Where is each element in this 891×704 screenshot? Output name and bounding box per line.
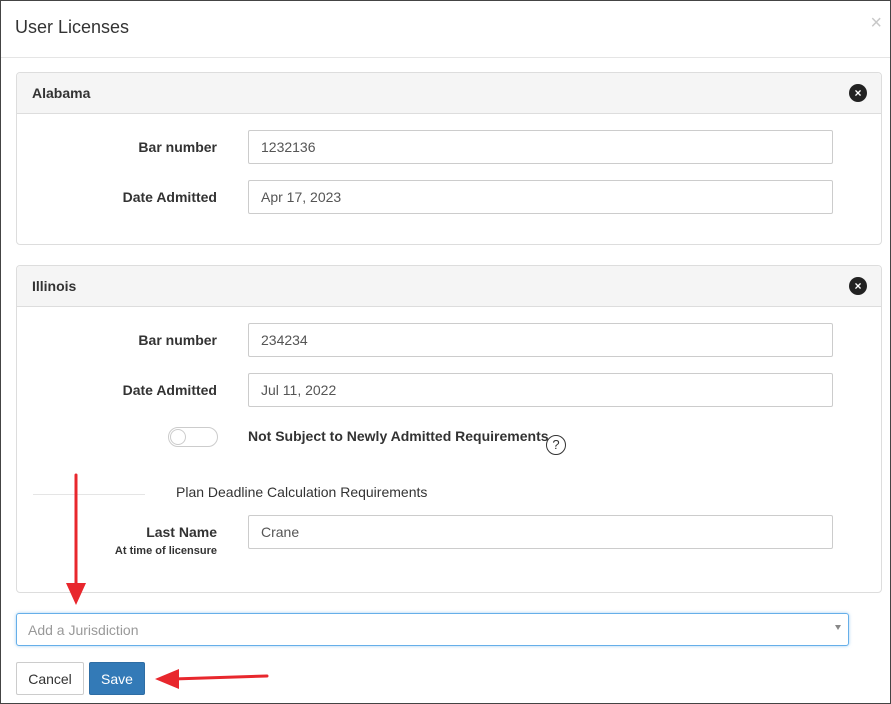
date-admitted-label: Date Admitted [122,189,217,205]
annotation-arrow-left-icon [155,669,269,689]
panel-heading: Alabama × [17,73,881,114]
date-admitted-input[interactable] [248,373,833,407]
modal-title: User Licenses [15,17,130,37]
panel-title: Illinois [32,278,77,294]
modal-header: User Licenses × [1,1,890,58]
last-name-input[interactable] [248,515,833,549]
newly-admitted-toggle[interactable] [168,427,218,447]
section-title: Plan Deadline Calculation Requirements [176,484,428,500]
chevron-down-icon [835,625,841,630]
add-jurisdiction-select[interactable]: Add a Jurisdiction [16,613,849,646]
bar-number-label: Bar number [138,139,217,155]
date-admitted-label: Date Admitted [122,382,217,398]
annotation-arrow-down-icon [66,473,86,605]
toggle-knob [170,429,186,445]
panel-heading: Illinois × [17,266,881,307]
bar-number-label: Bar number [138,332,217,348]
cancel-button[interactable]: Cancel [16,662,84,695]
close-icon[interactable]: × [870,13,882,33]
panel-title: Alabama [32,85,91,101]
bar-number-input[interactable] [248,130,833,164]
question-circle-icon[interactable]: ? [546,435,566,455]
last-name-sublabel: At time of licensure [114,545,217,557]
bar-number-input[interactable] [248,323,833,357]
date-admitted-input[interactable] [248,180,833,214]
remove-circle-icon[interactable]: × [849,277,867,295]
add-jurisdiction-placeholder: Add a Jurisdiction [28,622,139,638]
newly-admitted-label: Not Subject to Newly Admitted Requiremen… [248,428,549,444]
license-panel-alabama: Alabama × Bar number Date Admitted [16,72,882,245]
license-panel-illinois: Illinois × Bar number Date Admitted Not … [16,265,882,593]
save-button[interactable]: Save [89,662,145,695]
last-name-label: Last Name [146,524,217,540]
user-licenses-modal: User Licenses × Alabama × Bar number Dat… [0,0,891,704]
remove-circle-icon[interactable]: × [849,84,867,102]
